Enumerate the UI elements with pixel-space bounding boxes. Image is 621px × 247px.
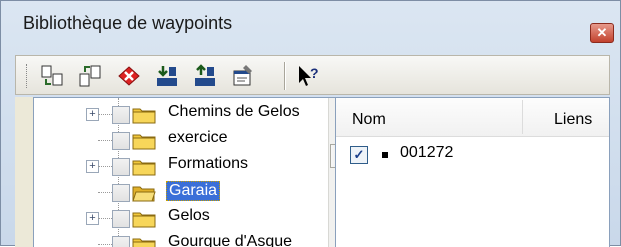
folder-icon (132, 132, 156, 150)
tree-branch-line (98, 114, 112, 115)
toolbar-separator (284, 62, 286, 90)
tree-item[interactable]: Gourgue d'Asque (34, 232, 314, 247)
tree-item[interactable]: Garaia (34, 180, 314, 206)
waypoint-list[interactable]: Nom Liens ✓ 001272 (335, 97, 610, 247)
folder-checkbox[interactable] (112, 184, 130, 202)
folder-icon (132, 106, 156, 124)
svg-text:?: ? (310, 65, 319, 81)
toolbar-grip[interactable] (26, 64, 30, 88)
tree-item-label: exercice (168, 129, 228, 146)
tree-branch-line (98, 166, 112, 167)
tree-item-label: Gelos (168, 207, 210, 224)
waypoint-library-window: Bibliothèque de waypoints ✕ ? + Chemins … (0, 0, 621, 247)
tree-item-label: Garaia (166, 181, 221, 201)
folder-icon (132, 236, 156, 247)
open-folder-icon (132, 184, 156, 202)
column-header-liens[interactable]: Liens (554, 111, 592, 129)
folder-checkbox[interactable] (112, 158, 130, 176)
properties-icon[interactable] (230, 63, 256, 89)
tree-branch-line (98, 244, 112, 245)
tree-item[interactable]: + Formations (34, 154, 314, 180)
export-icon[interactable] (192, 63, 218, 89)
tree-item[interactable]: exercice (34, 128, 314, 154)
close-button[interactable]: ✕ (590, 23, 614, 43)
folder-tree[interactable]: + Chemins de Gelos exercice + Formations Gara… (33, 97, 346, 247)
folder-checkbox[interactable] (112, 236, 130, 247)
tree-branch-line (98, 140, 112, 141)
window-title: Bibliothèque de waypoints (23, 13, 233, 33)
column-divider[interactable] (522, 100, 523, 134)
context-help-icon[interactable]: ? (296, 63, 322, 89)
folder-checkbox[interactable] (112, 132, 130, 150)
folder-checkbox[interactable] (112, 210, 130, 228)
content-panes: + Chemins de Gelos exercice + Formations Gara… (15, 97, 610, 247)
list-header: Nom Liens (336, 98, 609, 137)
title-bar[interactable]: Bibliothèque de waypoints ✕ (1, 1, 620, 45)
delete-icon[interactable] (116, 63, 142, 89)
tree-item[interactable]: + Gelos (34, 206, 314, 232)
tree-item-label: Chemins de Gelos (168, 103, 300, 120)
folder-icon (132, 210, 156, 228)
column-header-nom[interactable]: Nom (352, 111, 386, 129)
folder-checkbox[interactable] (112, 106, 130, 124)
tree-branch-line (98, 192, 112, 193)
tree-item-label: Gourgue d'Asque (168, 233, 293, 247)
import-icon[interactable] (154, 63, 180, 89)
paste-waypoint-icon[interactable] (78, 63, 104, 89)
waypoint-name: 001272 (400, 144, 454, 161)
toolbar: ? (15, 55, 610, 95)
waypoint-marker-icon (382, 152, 388, 158)
folder-icon (132, 158, 156, 176)
list-item[interactable]: ✓ 001272 (350, 144, 590, 166)
tree-item-label: Formations (168, 155, 249, 172)
tree-branch-line (98, 218, 112, 219)
copy-waypoint-icon[interactable] (40, 63, 66, 89)
tree-item[interactable]: + Chemins de Gelos (34, 102, 314, 128)
waypoint-checkbox[interactable]: ✓ (350, 146, 368, 164)
